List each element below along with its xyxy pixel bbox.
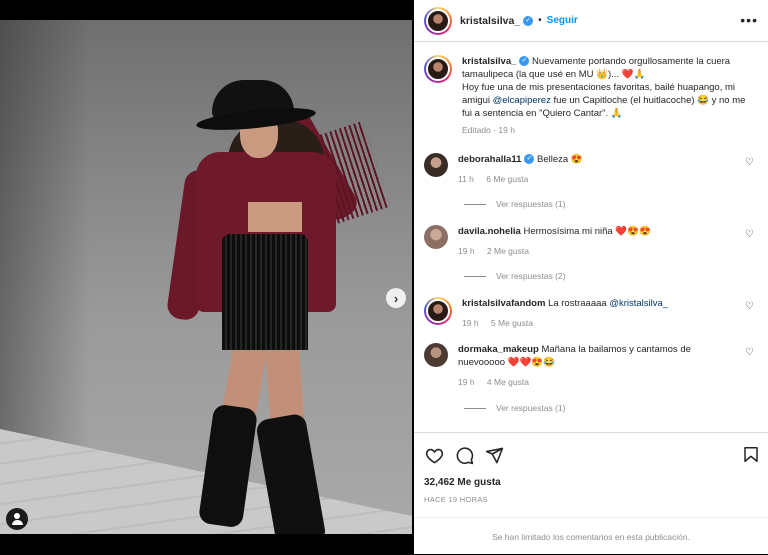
tag-body: [11, 520, 23, 525]
heart-icon[interactable]: ♡: [745, 301, 754, 312]
comment-meta: 19 h 5 Me gusta: [462, 317, 742, 330]
comment-time: 19 h: [462, 318, 479, 328]
tag-head: [14, 513, 20, 519]
post-actions: 32,462 Me gusta HACE 19 HORAS Se han lim…: [414, 432, 768, 554]
avatar[interactable]: [424, 55, 452, 83]
edited-label: Editado: [462, 125, 491, 135]
header-separator: •: [538, 15, 542, 26]
heart-icon-svg: [425, 448, 443, 464]
comment-body: davila.nohelia Hermosísima mi niña ❤️😍😍 …: [458, 225, 738, 258]
comments-list[interactable]: kristalsilva_ ✓ Nuevamente portando orgul…: [414, 43, 768, 431]
list-item: kristalsilvafandom La rostraaaaa @krista…: [424, 297, 758, 330]
figure-midriff: [248, 202, 302, 232]
follow-button[interactable]: Seguir: [547, 15, 578, 26]
avatar[interactable]: [424, 6, 452, 35]
heart-icon[interactable]: ♡: [745, 229, 754, 240]
post-photo[interactable]: ›: [0, 20, 412, 534]
share-icon[interactable]: [484, 445, 504, 465]
more-options-icon[interactable]: •••: [740, 12, 758, 28]
heart-icon[interactable]: [424, 445, 444, 465]
post-caption: kristalsilva_ ✓ Nuevamente portando orgul…: [424, 55, 758, 137]
likes-count[interactable]: 32,462 Me gusta: [424, 477, 501, 488]
avatar[interactable]: [424, 225, 448, 249]
comment-username[interactable]: kristalsilvafandom: [462, 298, 545, 309]
view-replies-label: Ver respuestas (1): [496, 403, 566, 413]
user-tag-icon[interactable]: [6, 508, 28, 530]
comment-time: 19 h: [458, 246, 475, 256]
comment-mention[interactable]: @kristalsilva_: [609, 298, 668, 309]
comment-time: 11 h: [458, 174, 474, 184]
comment-body: dormaka_makeup Mañana la bailamos y cant…: [458, 343, 738, 389]
list-item: dormaka_makeup Mañana la bailamos y cant…: [424, 343, 758, 389]
view-replies[interactable]: Ver respuestas (1): [464, 403, 565, 413]
caption-time: 19 h: [498, 125, 515, 135]
header-username[interactable]: kristalsilva_: [460, 15, 520, 27]
view-replies-label: Ver respuestas (2): [496, 271, 566, 281]
comment-text: Hermosísima mi niña ❤️😍😍: [523, 226, 651, 237]
comment-text: Belleza 😍: [537, 154, 583, 165]
caption-username[interactable]: kristalsilva_: [462, 56, 516, 67]
comment-likes[interactable]: 6 Me gusta: [486, 174, 528, 184]
share-icon-svg: [485, 447, 503, 463]
comment-text: La rostraaaaa: [548, 298, 607, 309]
view-replies-label: Ver respuestas (1): [496, 199, 566, 209]
comment-likes[interactable]: 2 Me gusta: [487, 246, 529, 256]
comment-username[interactable]: dormaka_makeup: [458, 344, 539, 355]
replies-line: [464, 275, 486, 277]
comment-time: 19 h: [458, 377, 475, 387]
comment-body: kristalsilvafandom La rostraaaaa @krista…: [462, 297, 742, 330]
comments-limited-notice: Se han limitado los comentarios en esta …: [414, 517, 768, 555]
comment-username[interactable]: davila.nohelia: [458, 226, 521, 237]
comment-meta: 11 h 6 Me gusta: [458, 173, 738, 186]
avatar[interactable]: [424, 297, 452, 325]
bookmark-icon[interactable]: [742, 445, 760, 469]
comment-username[interactable]: deborahalla11: [458, 154, 521, 165]
view-replies[interactable]: Ver respuestas (1): [464, 199, 565, 209]
figure-skirt: [222, 234, 308, 350]
post-timestamp: HACE 19 HORAS: [424, 495, 488, 504]
verified-icon: ✓: [519, 56, 530, 67]
comment-icon-svg: [456, 446, 473, 464]
verified-icon: ✓: [524, 154, 535, 165]
post-header: kristalsilva_ ✓ • Seguir •••: [414, 0, 768, 42]
avatar[interactable]: [424, 343, 448, 367]
heart-icon[interactable]: ♡: [745, 157, 754, 168]
bookmark-icon-svg: [744, 447, 758, 462]
replies-line: [464, 407, 486, 409]
caption-meta: Editado · 19 h: [462, 125, 515, 135]
chevron-right-icon[interactable]: ›: [386, 288, 406, 308]
comment-meta: 19 h 4 Me gusta: [458, 376, 738, 389]
list-item: davila.nohelia Hermosísima mi niña ❤️😍😍 …: [424, 225, 758, 258]
caption-mention[interactable]: @elcapiperez: [493, 95, 551, 106]
post-side-panel: kristalsilva_ ✓ • Seguir ••• kristalsilv…: [414, 0, 768, 554]
comment-icon[interactable]: [454, 445, 474, 465]
comment-body: deborahalla11 ✓ Belleza 😍 11 h 6 Me gusta: [458, 153, 738, 186]
comment-likes[interactable]: 4 Me gusta: [487, 377, 529, 387]
avatar-image: [426, 299, 450, 323]
caption-text: kristalsilva_ ✓ Nuevamente portando orgul…: [462, 55, 758, 137]
verified-icon: ✓: [523, 15, 534, 26]
view-replies[interactable]: Ver respuestas (2): [464, 271, 565, 281]
post-modal: › kristalsilva_ ✓ • Seguir ••• kristalsi…: [0, 0, 768, 554]
avatar-image: [426, 8, 450, 33]
replies-line: [464, 203, 486, 205]
avatar[interactable]: [424, 153, 448, 177]
avatar-image: [426, 57, 450, 81]
comment-likes[interactable]: 5 Me gusta: [491, 318, 533, 328]
list-item: deborahalla11 ✓ Belleza 😍 11 h 6 Me gusta…: [424, 153, 758, 186]
comment-meta: 19 h 2 Me gusta: [458, 245, 738, 258]
action-icons: [424, 445, 504, 465]
heart-icon[interactable]: ♡: [745, 347, 754, 358]
